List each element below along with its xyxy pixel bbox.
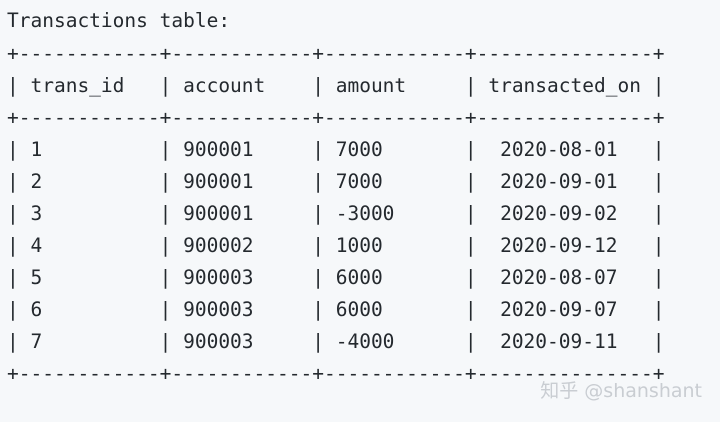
table-header-row: | trans_id | account | amount | transact… bbox=[7, 74, 665, 97]
table-caption: Transactions table: bbox=[7, 9, 231, 32]
table-row: | 4 | 900002 | 1000 | 2020-09-12 | bbox=[7, 234, 665, 257]
table-row: | 3 | 900001 | -3000 | 2020-09-02 | bbox=[7, 202, 665, 225]
code-block: Transactions table: +------------+------… bbox=[0, 0, 720, 422]
table-row: | 5 | 900003 | 6000 | 2020-08-07 | bbox=[7, 266, 665, 289]
watermark: 知乎 @shanshant bbox=[540, 380, 702, 402]
table-header-border: +------------+------------+------------+… bbox=[7, 106, 665, 129]
table-row: | 6 | 900003 | 6000 | 2020-09-07 | bbox=[7, 298, 665, 321]
table-row: | 1 | 900001 | 7000 | 2020-08-01 | bbox=[7, 138, 665, 161]
table-row: | 7 | 900003 | -4000 | 2020-09-11 | bbox=[7, 330, 665, 353]
table-row: | 2 | 900001 | 7000 | 2020-09-01 | bbox=[7, 170, 665, 193]
table-top-border: +------------+------------+------------+… bbox=[7, 42, 665, 65]
